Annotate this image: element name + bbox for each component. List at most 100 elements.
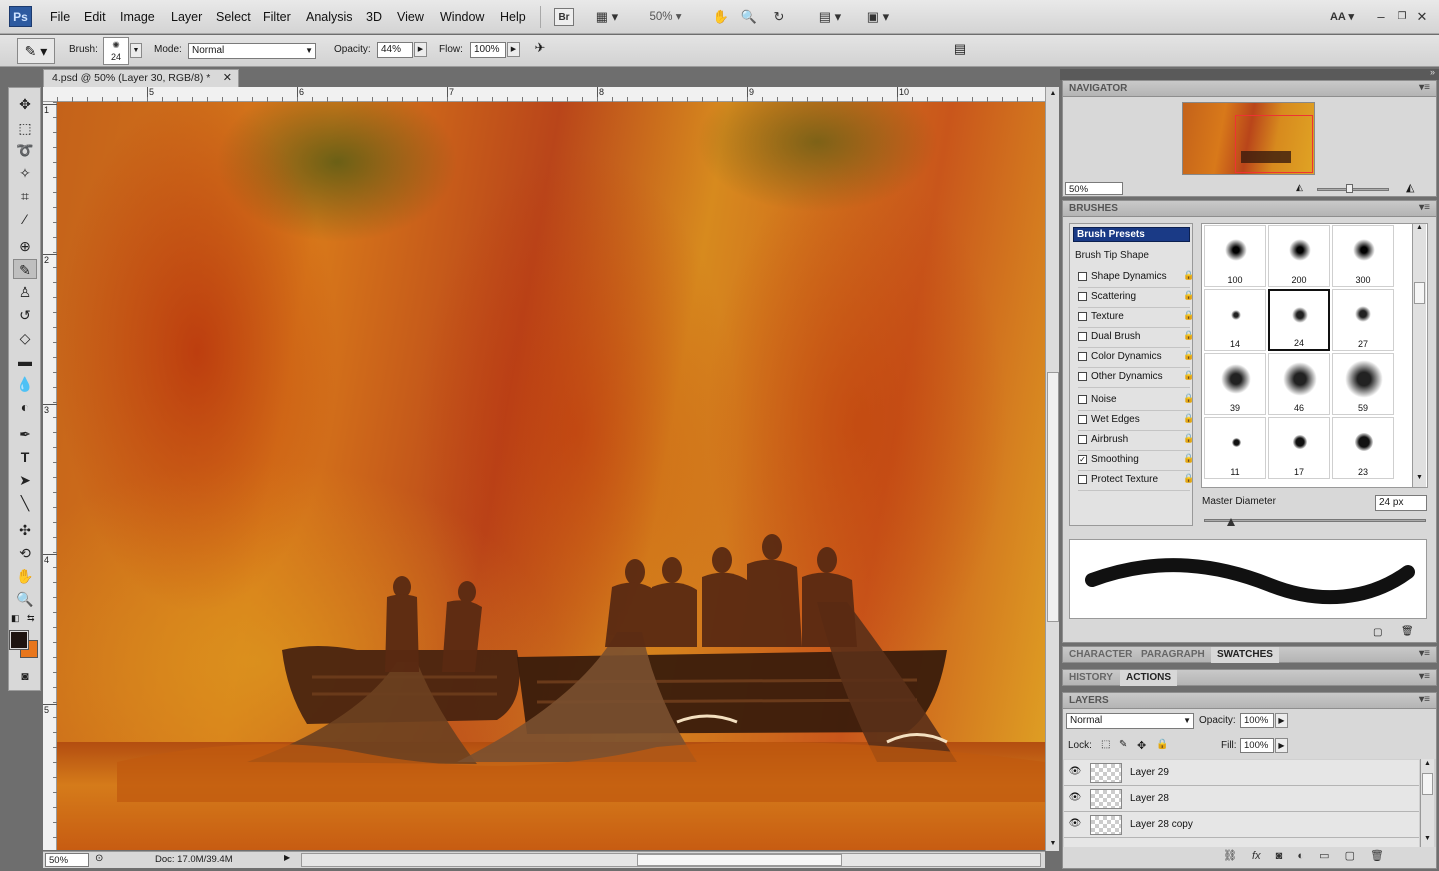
lock-icon[interactable]: 🔒 [1183,433,1194,446]
menu-3d[interactable]: 3D [366,10,382,24]
opacity-slider-arrow[interactable]: ▶ [414,42,427,57]
option-smoothing[interactable]: ✓ Smoothing 🔒 [1078,452,1194,471]
brush-preset-27[interactable]: 27 [1332,289,1394,351]
tab-actions[interactable]: ACTIONS [1120,670,1177,686]
menu-layer[interactable]: Layer [171,10,202,24]
default-colors-icon[interactable]: ◧ [11,613,20,624]
scroll-up-icon[interactable]: ▲ [1421,760,1434,767]
lock-image-icon[interactable]: ✎ [1119,739,1127,750]
brush-grid-scrollbar[interactable]: ▲ ▼ [1412,224,1426,487]
lock-icon[interactable]: 🔒 [1183,393,1194,406]
menu-filter[interactable]: Filter [263,10,291,24]
brush-tip-shape-item[interactable]: Brush Tip Shape [1075,250,1149,261]
layers-scrollbar[interactable]: ▲ ▼ [1420,759,1434,847]
lock-icon[interactable]: 🔒 [1183,290,1194,303]
layer-row[interactable]: 👁 Layer 29 [1064,760,1419,786]
navigator-zoom-input[interactable]: 50% [1065,182,1123,195]
move-tool-icon[interactable]: ✥ [13,94,37,114]
brush-presets-item[interactable]: Brush Presets [1073,227,1190,242]
navigator-thumbnail[interactable] [1182,102,1315,175]
brush-preset-23[interactable]: 23 [1332,417,1394,479]
add-mask-icon[interactable]: ◙ [1276,850,1283,862]
option-scattering[interactable]: Scattering 🔒 [1078,289,1194,308]
canvas-vertical-scrollbar[interactable]: ▲ ▼ [1045,87,1059,851]
option-noise[interactable]: Noise 🔒 [1078,392,1194,411]
option-airbrush[interactable]: Airbrush 🔒 [1078,432,1194,451]
option-color-dynamics[interactable]: Color Dynamics 🔒 [1078,349,1194,368]
layer-opacity-arrow[interactable]: ▶ [1275,713,1288,728]
tab-swatches[interactable]: SWATCHES [1211,647,1279,663]
zoom-in-icon[interactable]: ◭ [1406,181,1414,194]
scroll-up-icon[interactable]: ▲ [1047,87,1059,100]
new-preset-icon[interactable]: ▢ [1373,627,1382,638]
scroll-down-icon[interactable]: ▼ [1421,835,1434,842]
checkbox[interactable] [1078,435,1087,444]
path-selection-tool-icon[interactable]: ➤ [13,470,37,490]
document-canvas[interactable] [57,102,1045,850]
checkbox[interactable] [1078,332,1087,341]
brush-preset-100[interactable]: 100 [1204,225,1266,287]
menu-image[interactable]: Image [120,10,155,24]
screen-mode-icon[interactable]: ▣ ▾ [860,8,896,26]
checkbox[interactable] [1078,272,1087,281]
checkbox[interactable] [1078,395,1087,404]
document-tab[interactable]: 4.psd @ 50% (Layer 30, RGB/8) * ✕ [43,69,239,87]
workspace-switcher[interactable]: AA ▾ [1322,8,1362,26]
zoom-out-icon[interactable]: ◭ [1296,182,1303,193]
eraser-tool-icon[interactable]: ◇ [13,328,37,348]
new-layer-icon[interactable]: ▢ [1345,850,1355,862]
brush-preset-200[interactable]: 200 [1268,225,1330,287]
type-tool-icon[interactable]: T [13,447,37,467]
zoom-tool-icon[interactable]: 🔍 [13,589,37,609]
collapse-panels-icon[interactable]: » [1430,67,1435,77]
brush-preset-39[interactable]: 39 [1204,353,1266,415]
lock-position-icon[interactable]: ✥ [1137,739,1146,752]
zoom-tool-icon[interactable]: 🔍 [739,8,759,26]
zoom-level-dropdown[interactable]: 50% ▾ [643,8,688,26]
tab-navigator[interactable]: NAVIGATOR [1063,81,1133,97]
layer-style-icon[interactable]: fx [1252,850,1261,862]
tab-layers[interactable]: LAYERS [1063,693,1115,709]
brush-preset-300[interactable]: 300 [1332,225,1394,287]
hand-tool-icon[interactable]: ✋ [711,8,731,26]
checkbox[interactable] [1078,352,1087,361]
3d-rotate-tool-icon[interactable]: ✣ [13,520,37,540]
master-diameter-slider[interactable] [1204,518,1426,526]
canvas-horizontal-scrollbar[interactable] [301,853,1041,867]
brush-tool-icon[interactable]: ✎ [13,259,37,279]
pen-tool-icon[interactable]: ✒ [13,424,37,444]
menu-file[interactable]: File [50,10,70,24]
layer-blend-mode-select[interactable]: Normal ▼ [1066,713,1194,729]
tab-history[interactable]: HISTORY [1063,670,1119,686]
tab-character[interactable]: CHARACTER [1063,647,1138,663]
option-shape-dynamics[interactable]: Shape Dynamics 🔒 [1078,269,1194,288]
navigator-view-box[interactable] [1235,115,1313,173]
master-diameter-handle[interactable] [1227,518,1235,526]
checkbox[interactable] [1078,312,1087,321]
lock-icon[interactable]: 🔒 [1183,350,1194,363]
arrange-documents-icon[interactable]: ▤ ▾ [812,8,848,26]
brush-preset-46[interactable]: 46 [1268,353,1330,415]
lock-icon[interactable]: 🔒 [1183,370,1194,383]
master-diameter-input[interactable]: 24 px [1375,495,1427,511]
lock-icon[interactable]: 🔒 [1183,310,1194,323]
menu-view[interactable]: View [397,10,424,24]
layers-scroll-thumb[interactable] [1422,773,1433,795]
mode-select[interactable]: Normal ▼ [188,43,316,59]
flow-slider-arrow[interactable]: ▶ [507,42,520,57]
layer-row[interactable] [1064,838,1419,847]
navigator-zoom-slider[interactable] [1317,184,1389,193]
layer-fill-arrow[interactable]: ▶ [1275,738,1288,753]
close-document-icon[interactable]: ✕ [223,71,232,84]
layers-menu-icon[interactable]: ▾≡ [1419,694,1430,705]
visibility-eye-icon[interactable]: 👁 [1068,766,1082,779]
healing-brush-tool-icon[interactable]: ⊕ [13,236,37,256]
3d-orbit-tool-icon[interactable]: ⟲ [13,543,37,563]
flow-input[interactable]: 100% [470,42,506,58]
blur-tool-icon[interactable]: 💧 [13,374,37,394]
checkbox[interactable] [1078,292,1087,301]
brush-preset-59[interactable]: 59 [1332,353,1394,415]
lock-icon[interactable]: 🔒 [1183,413,1194,426]
dodge-tool-icon[interactable]: ◐ [13,397,37,417]
line-tool-icon[interactable]: ╲ [13,493,37,513]
